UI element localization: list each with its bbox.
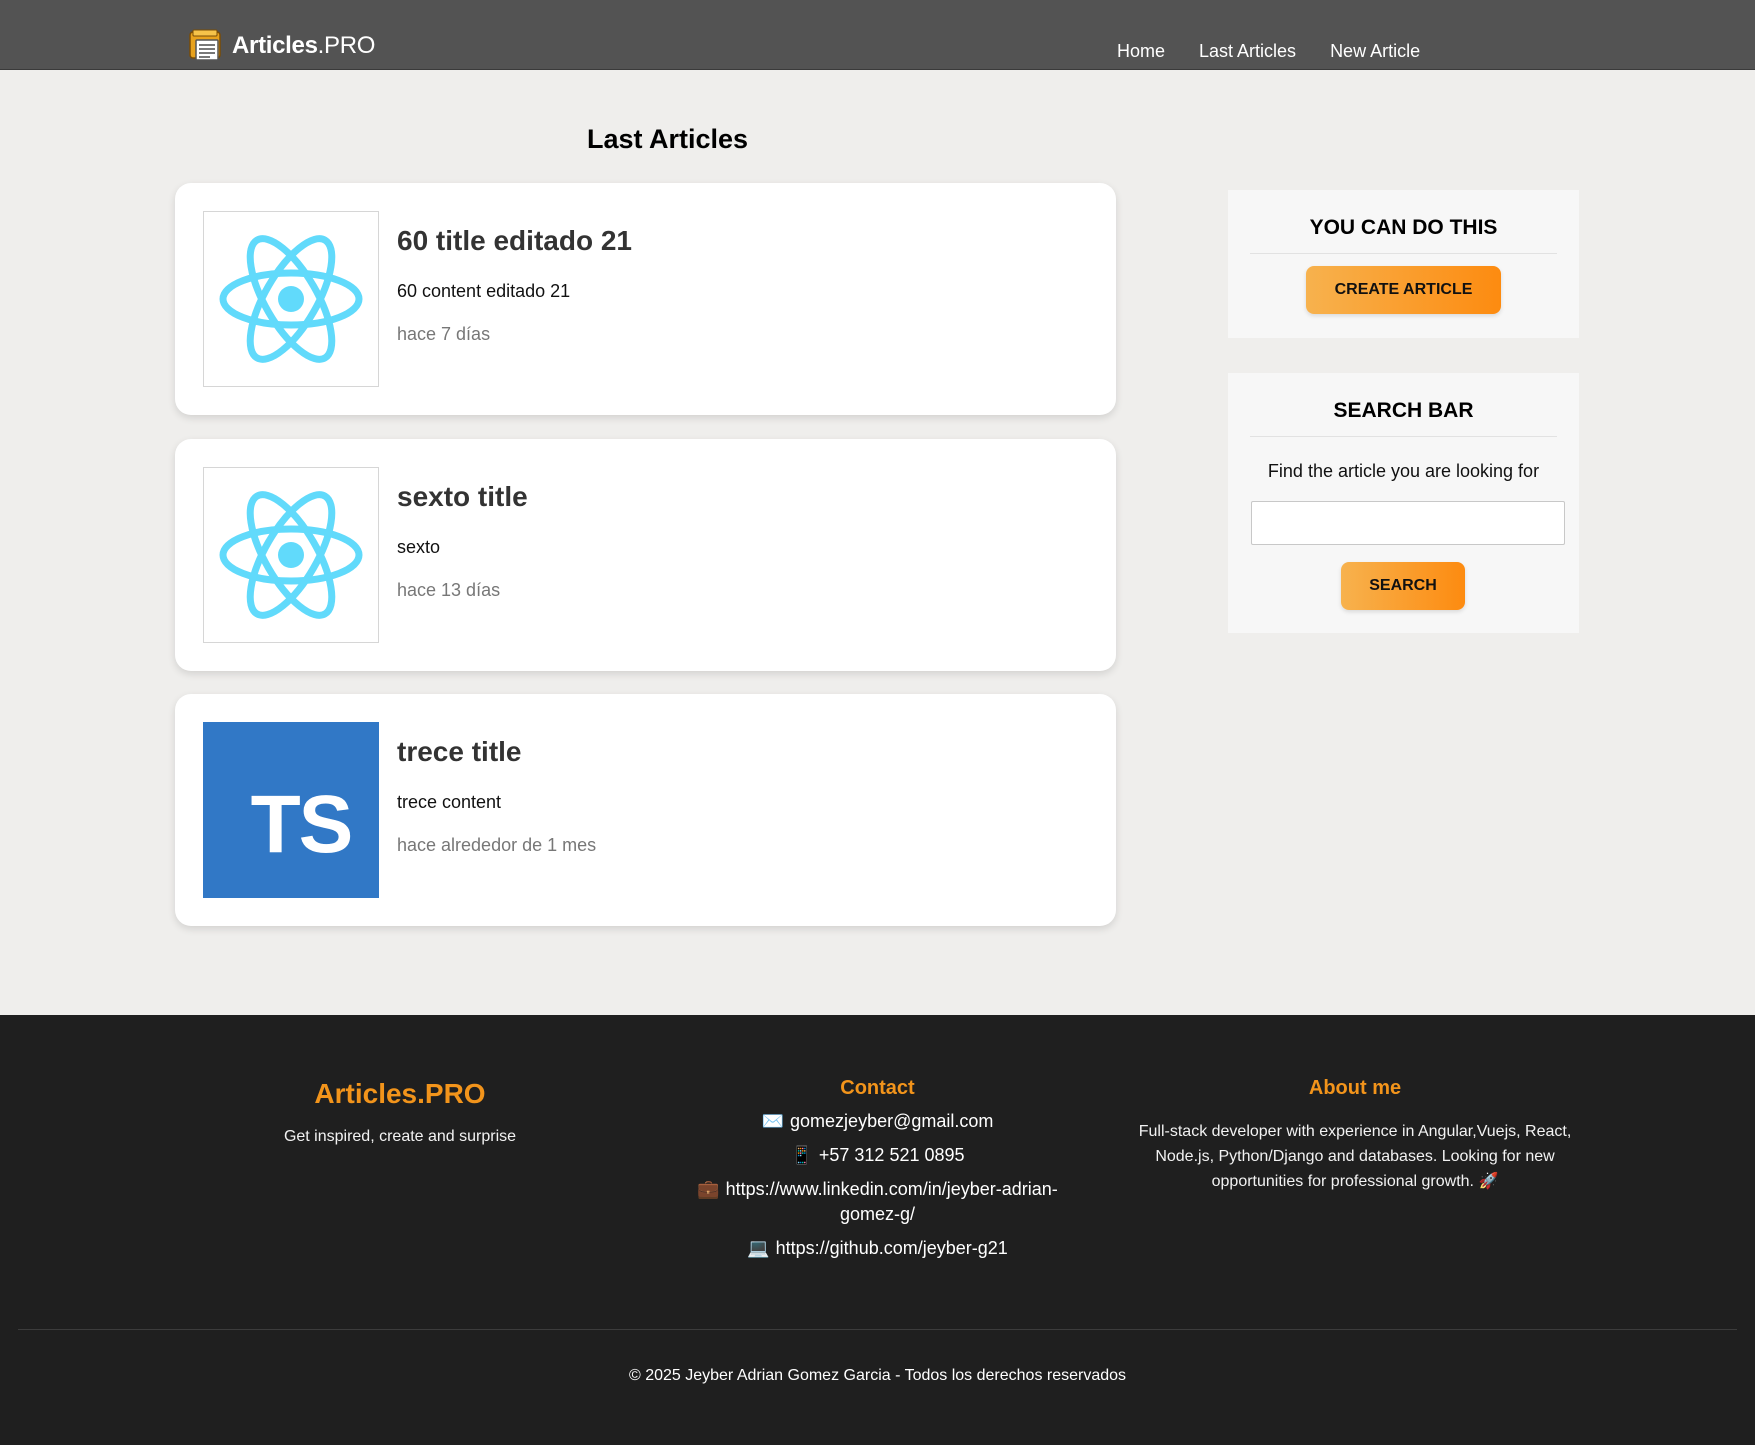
footer-about: About me Full-stack developer with exper…: [1135, 1077, 1575, 1194]
article-date: hace alrededor de 1 mes: [397, 835, 597, 855]
footer-contact-title: Contact: [840, 1077, 915, 1099]
laptop-icon: 💻: [747, 1238, 770, 1258]
article-title[interactable]: sexto title: [397, 481, 528, 513]
article-image[interactable]: [203, 467, 379, 643]
footer-about-title: About me: [1308, 1077, 1402, 1099]
contact-phone-text: +57 312 521 0895: [818, 1145, 965, 1165]
search-hint: Find the article you are looking for: [1267, 461, 1540, 481]
article-content: trece content: [397, 792, 502, 812]
site-footer: Articles.PRO Get inspired, create and su…: [0, 1015, 1755, 1445]
envelope-icon: ✉️: [761, 1111, 785, 1131]
brand-name-suffix: .PRO: [317, 32, 376, 59]
react-icon: [219, 491, 363, 619]
contact-github[interactable]: 💻 https://github.com/jeyber-g21: [675, 1236, 1080, 1261]
create-article-button[interactable]: CREATE ARTICLE: [1306, 266, 1501, 314]
contact-email-text: gomezjeyber@gmail.com: [790, 1111, 994, 1131]
footer-brand: Articles.PRO Get inspired, create and su…: [250, 1078, 550, 1146]
footer-tagline: Get inspired, create and surprise: [283, 1128, 517, 1145]
briefcase-icon: 💼: [697, 1179, 720, 1199]
nav-last-articles[interactable]: Last Articles: [1199, 41, 1296, 62]
article-image[interactable]: TS: [203, 722, 379, 898]
search-button[interactable]: SEARCH: [1341, 562, 1465, 610]
main-nav: Home Last Articles New Article: [1117, 41, 1420, 62]
footer-divider: [18, 1329, 1737, 1330]
contact-email[interactable]: ✉️ gomezjeyber@gmail.com: [675, 1109, 1080, 1134]
nav-home[interactable]: Home: [1117, 41, 1165, 62]
article-title[interactable]: trece title: [397, 736, 522, 768]
article-image[interactable]: [203, 211, 379, 387]
search-widget: SEARCH BAR Find the article you are look…: [1228, 373, 1579, 633]
article-card[interactable]: TS trece title trece content hace alrede…: [175, 694, 1116, 926]
top-navbar: Articles.PRO Home Last Articles New Arti…: [0, 0, 1755, 70]
phone-icon: 📱: [790, 1145, 813, 1165]
article-date: hace 7 días: [397, 324, 491, 344]
contact-linkedin-text: https://www.linkedin.com/in/jeyber-adria…: [725, 1179, 1058, 1224]
folder-notes-icon: [188, 28, 224, 64]
footer-contact: Contact ✉️ gomezjeyber@gmail.com 📱 +57 312…: [675, 1077, 1080, 1261]
article-card[interactable]: sexto title sexto hace 13 días: [175, 439, 1116, 671]
contact-github-text: https://github.com/jeyber-g21: [775, 1238, 1008, 1258]
cta-widget-title: YOU CAN DO THIS: [1250, 216, 1557, 254]
footer-brand-title: Articles.PRO: [314, 1078, 486, 1109]
contact-linkedin[interactable]: 💼 https://www.linkedin.com/in/jeyber-adri…: [675, 1177, 1080, 1227]
article-title[interactable]: 60 title editado 21: [397, 225, 632, 257]
page-title: Last Articles: [586, 124, 749, 154]
cta-widget: YOU CAN DO THIS CREATE ARTICLE: [1228, 190, 1579, 338]
article-card[interactable]: 60 title editado 21 60 content editado 2…: [175, 183, 1116, 415]
search-input[interactable]: [1251, 501, 1565, 545]
article-date: hace 13 días: [397, 580, 501, 600]
article-content: 60 content editado 21: [397, 281, 571, 301]
search-widget-title: SEARCH BAR: [1250, 399, 1557, 437]
contact-phone[interactable]: 📱 +57 312 521 0895: [675, 1143, 1080, 1168]
brand-name: Articles.PRO: [232, 32, 375, 60]
footer-about-text: Full-stack developer with experience in …: [1138, 1123, 1572, 1190]
copyright: © 2025 Jeyber Adrian Gomez Garcia - Todo…: [628, 1367, 1127, 1384]
brand-name-bold: Articles: [232, 32, 318, 59]
react-icon: [219, 235, 363, 363]
article-content: sexto: [397, 537, 441, 557]
nav-new-article[interactable]: New Article: [1330, 41, 1420, 62]
site-logo[interactable]: Articles.PRO: [188, 28, 375, 64]
typescript-logo: TS: [250, 779, 354, 870]
